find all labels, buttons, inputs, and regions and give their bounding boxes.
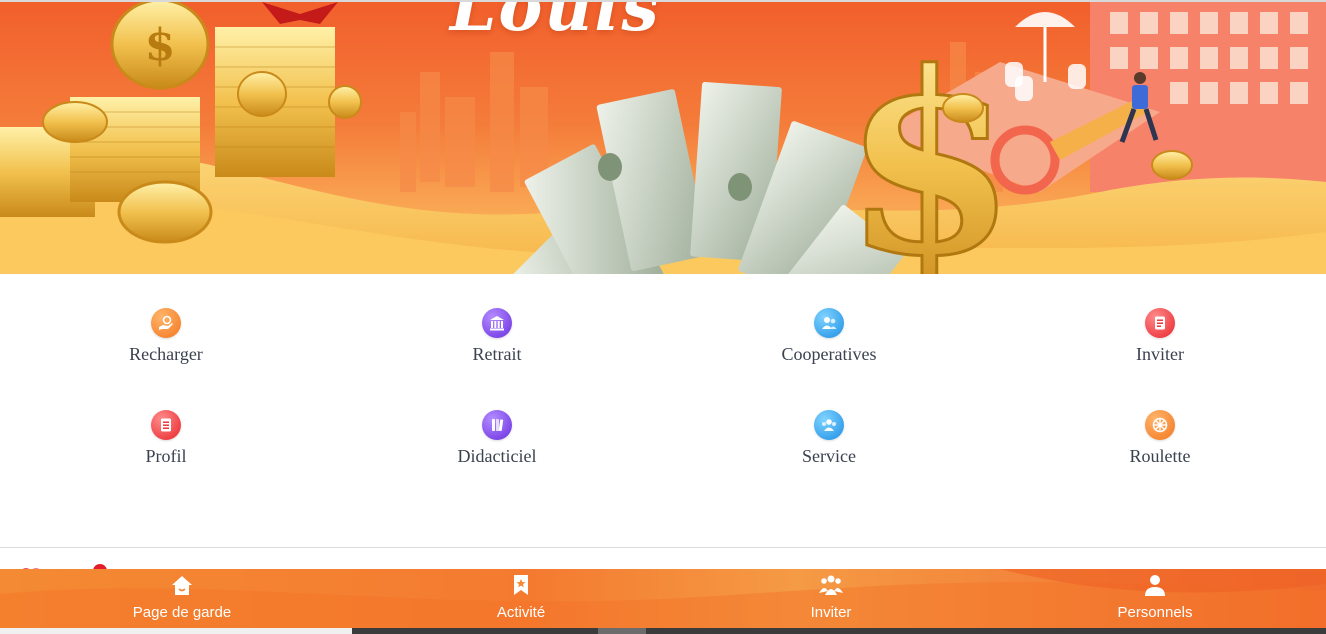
menu-recharger[interactable]: Recharger: [66, 308, 266, 376]
taskbar-active-segment: [0, 628, 352, 634]
menu-label: Profil: [145, 446, 187, 466]
menu-label: Service: [802, 446, 856, 466]
nav-label: Page de garde: [132, 604, 232, 621]
section-divider: [0, 547, 1326, 548]
menu-label: Roulette: [1129, 446, 1191, 466]
nav-page-de-garde[interactable]: Page de garde: [102, 569, 262, 628]
nav-personnels[interactable]: Personnels: [1075, 569, 1235, 628]
bookmark-star-icon: [514, 575, 528, 595]
roulette-wheel-icon: [1145, 410, 1175, 440]
tutorial-book-icon: [482, 410, 512, 440]
customer-service-icon: [814, 410, 844, 440]
nav-label: Inviter: [810, 604, 852, 621]
bottom-navigation-bar: Page de garde Activité Inviter Personnel…: [0, 569, 1326, 628]
menu-inviter[interactable]: Inviter: [1060, 308, 1260, 376]
menu-label: Didacticiel: [457, 446, 537, 466]
shortcut-menu-grid: Recharger Retrait Cooperatives Inviter P…: [0, 276, 1326, 546]
home-icon: [172, 576, 192, 595]
promo-banner[interactable]: $ $ Louis: [0, 0, 1326, 274]
svg-text:$: $: [145, 20, 176, 71]
system-taskbar-strip: [0, 628, 1326, 634]
nav-inviter[interactable]: Inviter: [751, 569, 911, 628]
menu-retrait[interactable]: Retrait: [397, 308, 597, 376]
nav-activite[interactable]: Activité: [441, 569, 601, 628]
taskbar-app-indicator: [598, 628, 646, 634]
brand-logo-text: Louis: [450, 0, 661, 46]
menu-profil[interactable]: Profil: [66, 410, 266, 478]
people-chat-icon: [814, 308, 844, 338]
menu-label: Inviter: [1136, 344, 1184, 364]
svg-text:$: $: [843, 17, 1017, 274]
profile-document-icon: [151, 410, 181, 440]
menu-label: Recharger: [129, 344, 203, 364]
group-users-icon: [819, 575, 843, 595]
recharge-hand-icon: [151, 308, 181, 338]
bank-building-icon: [482, 308, 512, 338]
nav-label: Activité: [496, 604, 546, 621]
menu-didacticiel[interactable]: Didacticiel: [397, 410, 597, 478]
menu-cooperatives[interactable]: Cooperatives: [729, 308, 929, 376]
user-icon: [1145, 575, 1165, 596]
menu-label: Retrait: [472, 344, 522, 364]
menu-roulette[interactable]: Roulette: [1060, 410, 1260, 478]
nav-label: Personnels: [1117, 604, 1193, 621]
menu-service[interactable]: Service: [729, 410, 929, 478]
menu-label: Cooperatives: [781, 344, 877, 364]
invite-card-icon: [1145, 308, 1175, 338]
banner-illustration: $ $: [0, 2, 1326, 274]
